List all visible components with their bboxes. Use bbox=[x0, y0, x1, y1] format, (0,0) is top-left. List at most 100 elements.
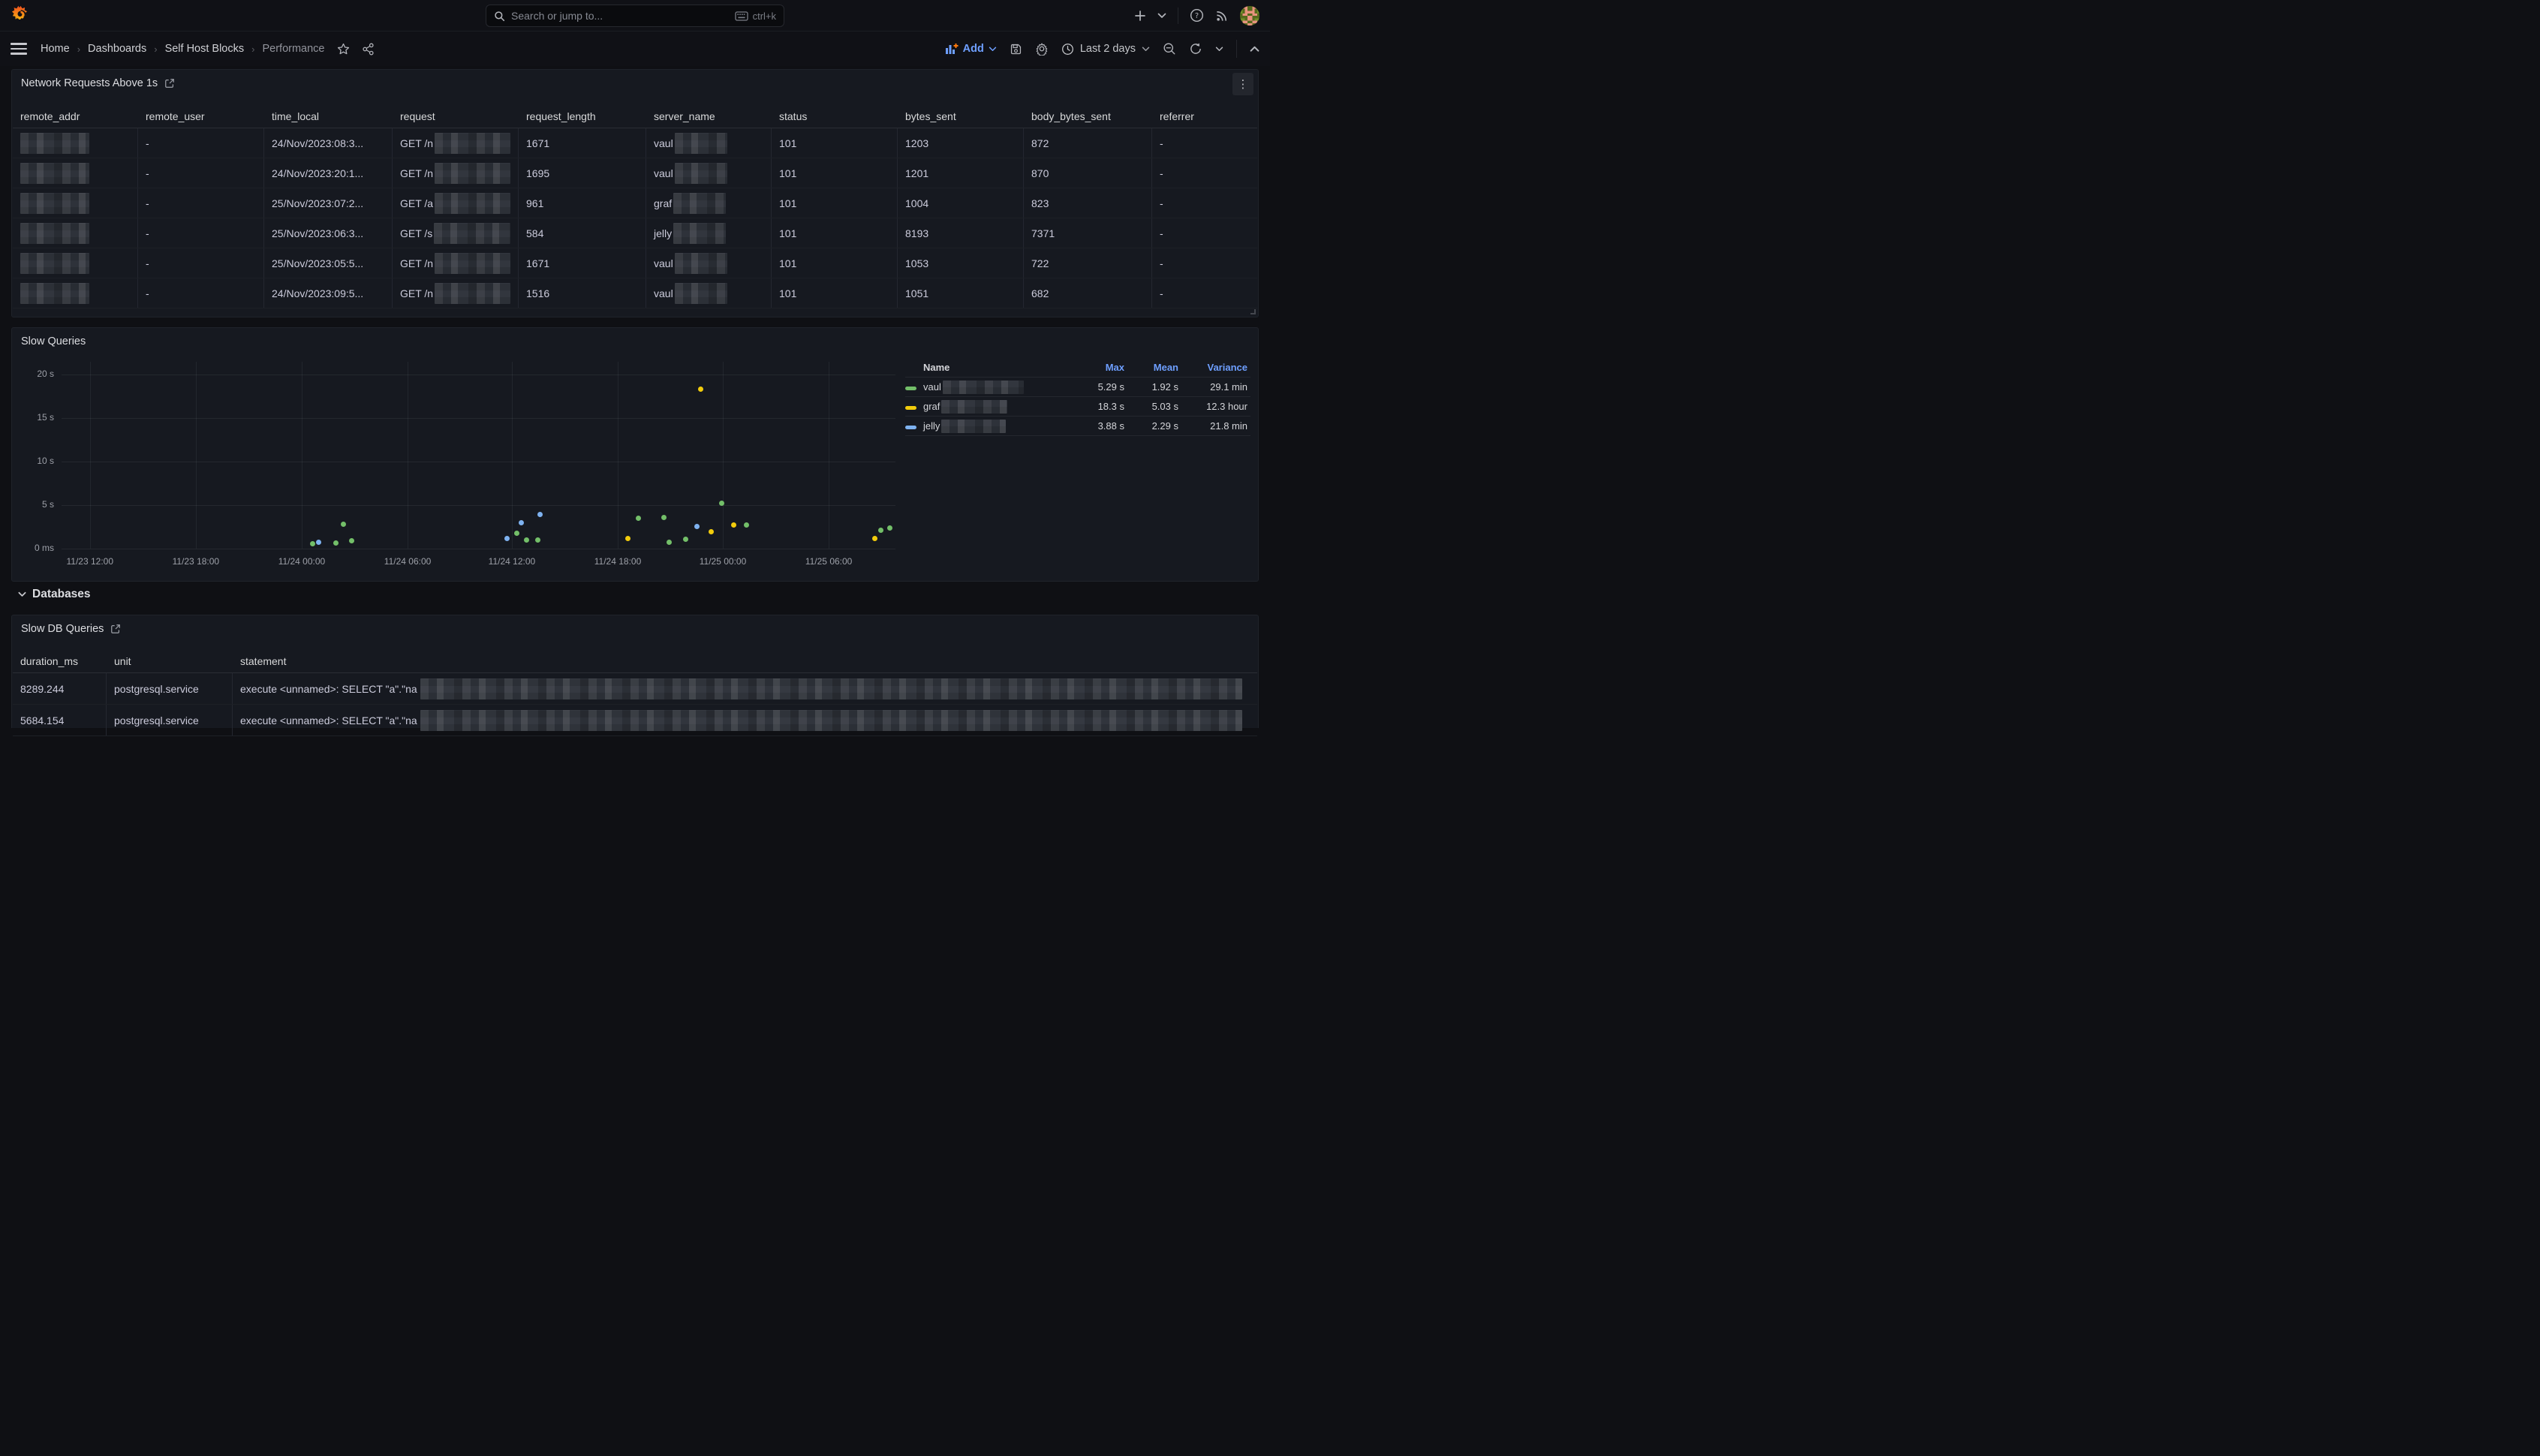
scatter-point-green bbox=[349, 538, 354, 543]
cell-referrer: - bbox=[1152, 248, 1257, 278]
panel-title[interactable]: Slow DB Queries bbox=[21, 623, 104, 635]
cell-remote_addr bbox=[13, 248, 138, 278]
legend-header-variance[interactable]: Variance bbox=[1178, 362, 1247, 373]
legend-series-name[interactable]: jelly bbox=[923, 420, 1072, 433]
redacted-block bbox=[941, 400, 1007, 414]
db-table-body: 8289.244postgresql.serviceexecute <unnam… bbox=[13, 673, 1257, 736]
add-new-icon[interactable] bbox=[1134, 10, 1146, 22]
x-axis-tick-label: 11/24 00:00 bbox=[266, 556, 338, 567]
column-header-time_local[interactable]: time_local bbox=[264, 104, 393, 128]
collapse-toolbar-chevron-up-icon[interactable] bbox=[1250, 46, 1259, 53]
legend-swatch-cell bbox=[905, 381, 923, 393]
column-header-referrer[interactable]: referrer bbox=[1152, 104, 1257, 128]
series-name-prefix: vaul bbox=[923, 381, 941, 393]
search-shortcut: ctrl+k bbox=[735, 11, 776, 22]
grafana-logo-icon[interactable] bbox=[11, 5, 31, 26]
scatter-point-yellow bbox=[698, 387, 703, 392]
scatter-point-yellow bbox=[709, 529, 714, 534]
scatter-point-yellow bbox=[731, 522, 736, 528]
table-row: -25/Nov/2023:06:3...GET /s584jelly101819… bbox=[13, 218, 1257, 248]
server-name-prefix: jelly bbox=[654, 227, 672, 239]
column-header-bytes_sent[interactable]: bytes_sent bbox=[898, 104, 1024, 128]
redacted-block bbox=[435, 163, 510, 184]
global-search[interactable]: ctrl+k bbox=[486, 5, 784, 27]
column-header-remote_user[interactable]: remote_user bbox=[138, 104, 264, 128]
cell-remote_user: - bbox=[138, 248, 264, 278]
external-link-icon[interactable] bbox=[110, 624, 121, 634]
cell-request: GET /a bbox=[393, 188, 519, 218]
refresh-icon[interactable] bbox=[1189, 42, 1202, 56]
user-avatar[interactable] bbox=[1240, 6, 1259, 26]
scatter-point-blue bbox=[537, 512, 543, 517]
legend-row: jelly3.88 s2.29 s21.8 min bbox=[905, 417, 1250, 436]
column-header-request_length[interactable]: request_length bbox=[519, 104, 646, 128]
panel-title[interactable]: Network Requests Above 1s bbox=[21, 77, 158, 89]
redacted-block bbox=[20, 253, 89, 274]
column-header-body_bytes_sent[interactable]: body_bytes_sent bbox=[1024, 104, 1152, 128]
column-header-remote_addr[interactable]: remote_addr bbox=[13, 104, 138, 128]
panel-network-requests: Network Requests Above 1s ⋮ remote_addrr… bbox=[11, 69, 1259, 317]
cell-time_local: 24/Nov/2023:20:1... bbox=[264, 158, 393, 188]
column-header-statement[interactable]: statement bbox=[233, 649, 1257, 672]
legend-header-mean[interactable]: Mean bbox=[1124, 362, 1178, 373]
column-header-status[interactable]: status bbox=[772, 104, 898, 128]
breadcrumb-home[interactable]: Home bbox=[41, 43, 70, 55]
legend-series-name[interactable]: graf bbox=[923, 400, 1072, 414]
save-dashboard-icon[interactable] bbox=[1010, 43, 1022, 56]
legend-mean-value: 2.29 s bbox=[1124, 420, 1178, 432]
legend-max-value: 18.3 s bbox=[1072, 401, 1124, 412]
x-axis-tick-label: 11/25 06:00 bbox=[793, 556, 865, 567]
scatter-point-blue bbox=[694, 524, 700, 529]
add-button[interactable]: Add bbox=[945, 43, 997, 55]
legend-row: graf18.3 s5.03 s12.3 hour bbox=[905, 397, 1250, 417]
zoom-out-time-icon[interactable] bbox=[1163, 42, 1176, 56]
column-header-duration_ms[interactable]: duration_ms bbox=[13, 649, 107, 672]
column-header-server_name[interactable]: server_name bbox=[646, 104, 772, 128]
cell-request_length: 961 bbox=[519, 188, 646, 218]
refresh-interval-chevron-icon[interactable] bbox=[1215, 47, 1223, 52]
chevron-down-icon[interactable] bbox=[1157, 13, 1166, 19]
section-row-databases[interactable]: Databases bbox=[18, 585, 91, 603]
network-table-header: remote_addrremote_usertime_localrequestr… bbox=[13, 104, 1257, 128]
panel-resize-handle[interactable] bbox=[1250, 309, 1256, 314]
y-axis-tick-label: 20 s bbox=[15, 369, 54, 379]
cell-body_bytes_sent: 722 bbox=[1024, 248, 1152, 278]
legend-series-name[interactable]: vaul bbox=[923, 381, 1072, 394]
column-header-unit[interactable]: unit bbox=[107, 649, 233, 672]
menu-hamburger-icon[interactable] bbox=[11, 43, 27, 55]
search-input[interactable] bbox=[511, 10, 729, 22]
scatter-point-green bbox=[333, 540, 339, 546]
breadcrumb-dashboards[interactable]: Dashboards bbox=[88, 43, 146, 55]
legend-header-name[interactable]: Name bbox=[923, 362, 1072, 373]
breadcrumb-self-host-blocks[interactable]: Self Host Blocks bbox=[165, 43, 245, 55]
y-axis-tick-label: 15 s bbox=[15, 412, 54, 423]
legend-mean-value: 5.03 s bbox=[1124, 401, 1178, 412]
column-header-request[interactable]: request bbox=[393, 104, 519, 128]
cell-body_bytes_sent: 682 bbox=[1024, 278, 1152, 308]
legend-header-max[interactable]: Max bbox=[1072, 362, 1124, 373]
dashboard-settings-gear-icon[interactable] bbox=[1035, 42, 1049, 56]
share-icon[interactable] bbox=[362, 43, 375, 56]
scatter-point-green bbox=[514, 531, 519, 536]
cell-time_local: 24/Nov/2023:09:5... bbox=[264, 278, 393, 308]
cell-time_local: 25/Nov/2023:06:3... bbox=[264, 218, 393, 248]
gridline-y bbox=[62, 418, 895, 419]
redacted-block bbox=[673, 223, 726, 244]
help-icon[interactable]: ? bbox=[1190, 8, 1204, 23]
cell-request: GET /n bbox=[393, 248, 519, 278]
y-axis-tick-label: 5 s bbox=[15, 499, 54, 510]
scatter-point-green bbox=[310, 541, 315, 546]
request-prefix: GET /n bbox=[400, 137, 433, 149]
external-link-icon[interactable] bbox=[164, 78, 175, 89]
breadcrumb-separator: › bbox=[251, 44, 254, 55]
favorite-star-icon[interactable] bbox=[337, 43, 350, 56]
time-range-picker[interactable]: Last 2 days bbox=[1061, 43, 1150, 56]
legend-row: vaul5.29 s1.92 s29.1 min bbox=[905, 378, 1250, 397]
cell-request: GET /n bbox=[393, 158, 519, 188]
panel-menu-kebab-icon[interactable]: ⋮ bbox=[1232, 73, 1253, 95]
server-name-prefix: vaul bbox=[654, 137, 673, 149]
scatter-point-blue bbox=[504, 536, 510, 541]
scatter-point-green bbox=[535, 537, 540, 543]
scatter-point-green bbox=[878, 528, 883, 533]
news-rss-icon[interactable] bbox=[1215, 9, 1229, 23]
